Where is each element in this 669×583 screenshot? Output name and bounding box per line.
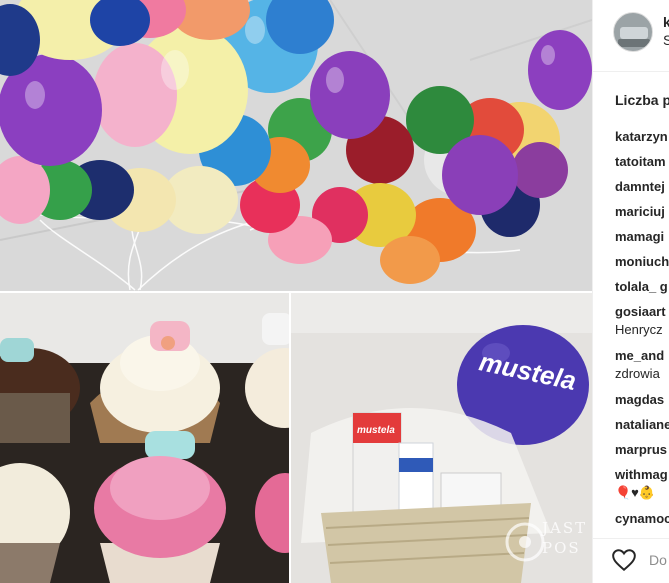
list-item: marprus: [615, 441, 669, 466]
likers-list: katarzyn tatoitam damntej mariciuj mamag…: [615, 128, 669, 535]
list-item: mamagi: [615, 228, 669, 253]
heart-icon[interactable]: [611, 547, 637, 573]
post-header: k S: [593, 0, 669, 72]
add-comment-prompt[interactable]: Do: [649, 552, 667, 568]
list-item: damntej: [615, 178, 669, 203]
liker-username[interactable]: marprus: [615, 442, 667, 457]
list-item: gosiaart Henrycz: [615, 303, 669, 347]
liker-username[interactable]: mariciuj: [615, 204, 665, 219]
list-item: cynamoc: [615, 510, 669, 535]
list-item: withmag 🎈♥👶: [615, 466, 669, 510]
liker-username[interactable]: katarzyn: [615, 129, 668, 144]
liker-comment: zdrowia: [615, 366, 660, 381]
list-item: magdas: [615, 391, 669, 416]
list-item: katarzyn: [615, 128, 669, 153]
post-location[interactable]: S: [663, 32, 669, 48]
liker-username[interactable]: tatoitam: [615, 154, 666, 169]
post-photo[interactable]: mustela mustela JAST POS: [0, 0, 592, 583]
watermark-text: JAST POS: [542, 519, 588, 557]
balloons-illustration: [0, 0, 592, 291]
list-item: moniuch: [615, 253, 669, 278]
package-brand-text: mustela: [357, 425, 395, 436]
post-footer: Do: [593, 538, 669, 583]
liker-username[interactable]: damntej: [615, 179, 665, 194]
list-item: mariciuj: [615, 203, 669, 228]
liker-username[interactable]: gosiaart: [615, 304, 666, 319]
post-username[interactable]: k: [663, 14, 669, 30]
list-item: nataliane: [615, 416, 669, 441]
balloons-photo: [0, 0, 592, 291]
liker-username[interactable]: tolala_ g: [615, 279, 668, 294]
liker-comment: 🎈♥👶: [615, 485, 656, 500]
cupcakes-photo: [0, 293, 289, 583]
cupcakes-illustration: [0, 293, 289, 583]
list-item: tatoitam: [615, 153, 669, 178]
liker-username[interactable]: withmag: [615, 467, 668, 482]
list-item: me_and zdrowia: [615, 347, 669, 391]
list-item: tolala_ g: [615, 278, 669, 303]
liker-username[interactable]: mamagi: [615, 229, 664, 244]
liker-username[interactable]: me_and: [615, 348, 664, 363]
liker-comment: Henrycz: [615, 322, 663, 337]
post-sidebar: k S Liczba p katarzyn tatoitam damntej m…: [592, 0, 669, 583]
liker-username[interactable]: nataliane: [615, 417, 669, 432]
liker-username[interactable]: magdas: [615, 392, 664, 407]
avatar[interactable]: [613, 12, 653, 52]
likes-title[interactable]: Liczba p: [615, 92, 669, 108]
liker-username[interactable]: cynamoc: [615, 511, 669, 526]
liker-username[interactable]: moniuch: [615, 254, 669, 269]
